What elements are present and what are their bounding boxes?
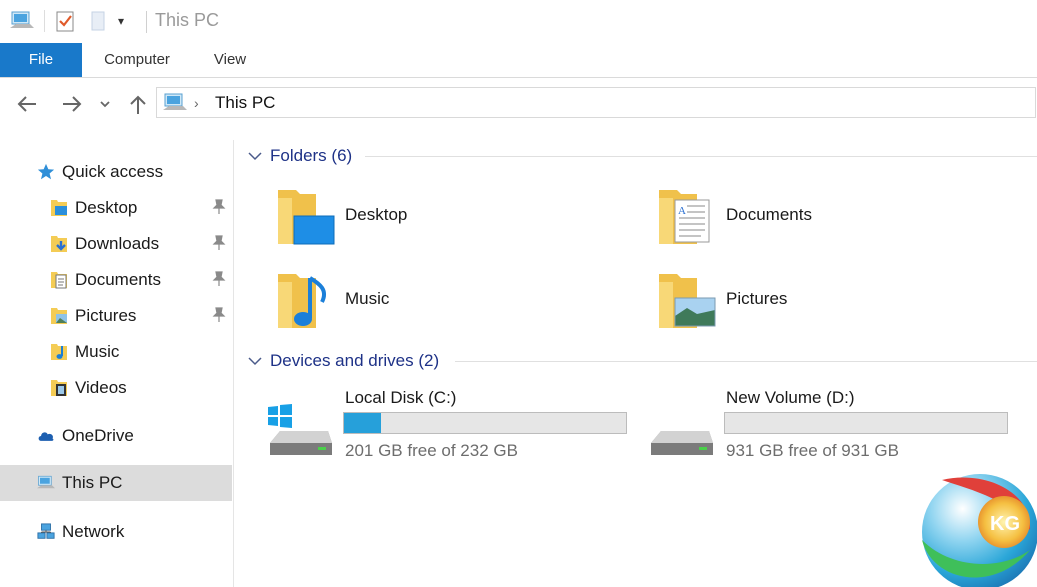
sidebar-item-documents[interactable]: Documents (50, 265, 161, 295)
drive-usage-bar (724, 412, 1008, 434)
tab-computer[interactable]: Computer (92, 43, 182, 77)
sidebar-item-downloads[interactable]: Downloads (50, 229, 159, 259)
divider (146, 11, 147, 33)
ribbon-tabs: File Computer View (0, 43, 1037, 78)
address-bar[interactable]: › This PC (156, 87, 1036, 118)
navigation-pane: Quick access Desktop Downloads Documents… (0, 140, 234, 587)
back-arrow-icon (17, 96, 36, 112)
folder-label: Desktop (345, 205, 408, 224)
sidebar-item-this-pc[interactable]: This PC (0, 465, 232, 501)
drive-free-space: 931 GB free of 931 GB (726, 441, 899, 460)
breadcrumb-chevron-icon[interactable]: › (194, 95, 199, 111)
sidebar-item-desktop[interactable]: Desktop (50, 193, 137, 223)
folder-label: Documents (726, 205, 812, 224)
this-pc-icon (163, 92, 187, 119)
sidebar-item-label: Downloads (75, 234, 160, 253)
drive-usage-fill (344, 413, 381, 433)
sidebar-item-label: Pictures (75, 306, 137, 325)
sidebar-item-quick-access[interactable]: Quick access (37, 157, 163, 187)
sidebar-item-videos[interactable]: Videos (50, 373, 127, 403)
pictures-folder-icon (50, 306, 68, 326)
sidebar-item-label: Quick access (62, 162, 164, 181)
folder-tile-music[interactable]: Music (276, 268, 576, 332)
recent-locations-button[interactable] (95, 92, 115, 116)
chevron-down-icon (100, 101, 110, 108)
star-icon (37, 162, 55, 182)
drive-tile-d[interactable]: New Volume (D:) 931 GB free of 931 GB (647, 385, 1017, 465)
window-title: This PC (155, 10, 220, 30)
drive-tile-c[interactable]: Local Disk (C:) 201 GB free of 232 GB (266, 385, 636, 465)
folder-tile-desktop[interactable]: Desktop (276, 184, 576, 248)
documents-folder-icon: A (659, 190, 710, 244)
drive-name: New Volume (D:) (726, 388, 855, 407)
music-folder-icon (50, 342, 68, 362)
properties-icon[interactable] (56, 10, 76, 37)
up-arrow-icon (130, 95, 146, 114)
sidebar-item-music[interactable]: Music (50, 337, 119, 367)
kg-watermark-logo: KG (922, 474, 1037, 587)
desktop-folder-icon (50, 198, 68, 218)
desktop-folder-icon (278, 190, 335, 245)
drive-free-space: 201 GB free of 232 GB (345, 441, 518, 460)
folder-tile-documents[interactable]: A Documents (657, 184, 957, 248)
this-pc-icon (37, 473, 55, 493)
title-bar: ▾ This PC (0, 0, 1037, 42)
drive-name: Local Disk (C:) (345, 388, 457, 407)
videos-folder-icon (50, 378, 68, 398)
documents-folder-icon (50, 270, 68, 290)
downloads-folder-icon (50, 234, 68, 254)
forward-arrow-icon (63, 96, 82, 112)
divider (44, 10, 45, 32)
chevron-down-icon (248, 351, 262, 371)
folder-tile-pictures[interactable]: Pictures (657, 268, 957, 332)
folder-label: Music (345, 289, 390, 308)
this-pc-icon[interactable] (10, 10, 34, 37)
up-button[interactable] (126, 92, 150, 116)
sidebar-item-label: Desktop (75, 198, 138, 217)
windows-drive-icon (268, 404, 332, 455)
breadcrumb-this-pc[interactable]: This PC (215, 93, 275, 113)
tab-view[interactable]: View (200, 43, 260, 77)
sidebar-item-label: OneDrive (62, 426, 134, 445)
customize-qa-dropdown-icon[interactable]: ▾ (118, 14, 124, 28)
drive-usage-bar (343, 412, 627, 434)
network-icon (37, 522, 55, 542)
folder-label: Pictures (726, 289, 788, 308)
sidebar-item-label: Documents (75, 270, 161, 289)
pin-icon[interactable] (212, 235, 226, 251)
sidebar-item-pictures[interactable]: Pictures (50, 301, 136, 331)
pictures-folder-icon (659, 274, 716, 328)
hard-drive-icon (651, 431, 713, 455)
sidebar-item-label: Music (75, 342, 120, 361)
music-folder-icon (278, 274, 327, 328)
group-divider (455, 361, 1037, 362)
sidebar-item-network[interactable]: Network (37, 517, 124, 547)
sidebar-item-label: Network (62, 522, 125, 541)
cloud-icon (37, 426, 55, 446)
group-divider (365, 156, 1037, 157)
tab-file[interactable]: File (0, 43, 82, 77)
watermark-text: KG (990, 513, 1020, 535)
svg-text:A: A (678, 205, 686, 217)
group-header-label: Devices and drives (2) (270, 351, 440, 370)
pin-icon[interactable] (212, 199, 226, 215)
drives-group-header[interactable]: Devices and drives (2) (248, 349, 439, 373)
sidebar-item-label: Videos (75, 378, 127, 397)
pin-icon[interactable] (212, 271, 226, 287)
pin-icon[interactable] (212, 307, 226, 323)
back-button[interactable] (15, 92, 39, 116)
folders-group-header[interactable]: Folders (6) (248, 144, 352, 168)
chevron-down-icon (248, 146, 262, 166)
group-header-label: Folders (6) (270, 146, 353, 165)
sidebar-item-onedrive[interactable]: OneDrive (37, 421, 134, 451)
forward-button[interactable] (60, 92, 84, 116)
new-folder-icon[interactable] (90, 10, 108, 37)
sidebar-item-label: This PC (62, 473, 123, 492)
